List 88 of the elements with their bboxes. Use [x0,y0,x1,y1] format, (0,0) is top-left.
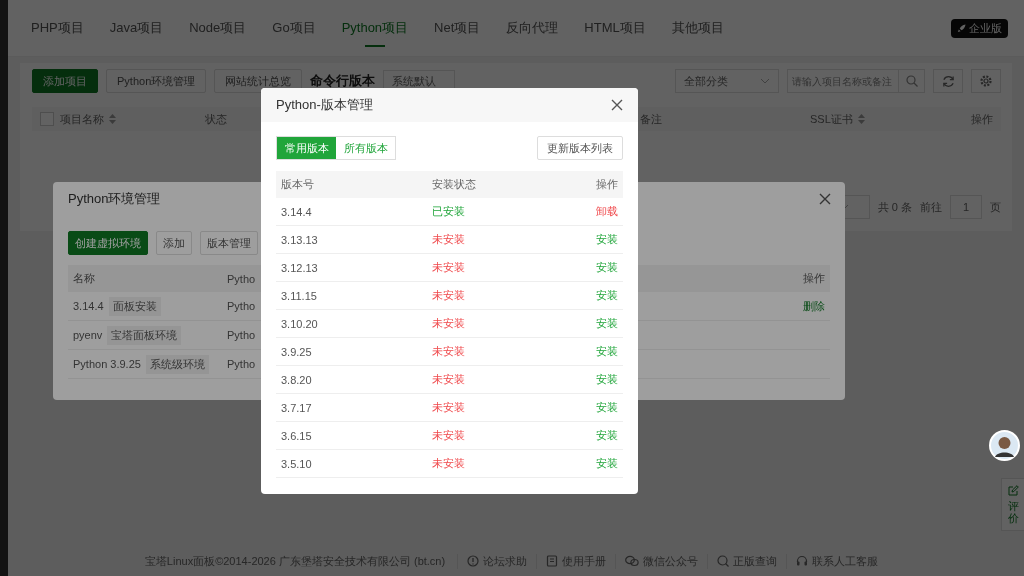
project-tab[interactable]: Java项目 [109,0,164,56]
install-status: 未安装 [432,428,466,443]
env-tag: 宝塔面板环境 [107,325,182,345]
uninstall-link[interactable]: 卸载 [558,204,618,219]
dialog-title: Python-版本管理 [276,96,373,114]
headset-icon [796,555,809,567]
page-input[interactable]: 1 [950,195,982,219]
install-link[interactable]: 安装 [558,344,618,359]
column-header: 名称 [73,271,96,286]
search-button[interactable] [899,69,925,93]
cli-version-label: 命令行版本 [310,72,376,90]
pencil-icon [1007,485,1019,496]
table-cell-text: Pytho [227,358,257,370]
close-icon[interactable] [819,193,831,205]
toolbar-button[interactable]: 网站统计总览 [214,69,303,93]
table-cell-text: Pytho [227,300,257,312]
version-number: 3.6.15 [281,429,313,442]
refresh-button[interactable] [933,69,963,93]
install-link[interactable]: 安装 [558,428,618,443]
review-button[interactable]: 评价 [1007,485,1019,525]
dialog-title: Python环境管理 [68,190,161,208]
install-link[interactable]: 安装 [558,288,618,303]
install-status: 未安装 [432,456,466,471]
settings-button[interactable] [971,69,1001,93]
table-cell-text: Pytho [227,329,257,341]
info-icon [467,555,480,567]
project-tab[interactable]: Node项目 [189,0,247,56]
dialog-button[interactable]: 创建虚拟环境 [68,231,148,255]
page-unit: 页 [990,199,1001,215]
book-icon [546,555,559,567]
version-number: 3.5.10 [281,457,313,470]
install-status: 未安装 [432,316,466,331]
avatar[interactable] [989,430,1020,461]
project-tab[interactable]: 其他项目 [671,0,724,56]
column-header: 版本号 [281,177,315,192]
install-status: 未安装 [432,344,466,359]
close-icon[interactable] [611,99,623,111]
env-name: 3.14.4 [73,300,104,312]
rocket-icon [957,23,966,33]
version-number: 3.7.17 [281,401,313,414]
caret-icon [760,78,770,84]
column-header: 操作 [595,177,618,192]
column-header: Pytho [227,272,257,285]
project-tab[interactable]: PHP项目 [31,0,84,56]
env-name: pyenv [73,329,103,341]
install-status: 未安装 [432,372,466,387]
install-status: 未安装 [432,288,466,303]
project-tab[interactable]: Net项目 [434,0,481,56]
env-tag: 面板安装 [108,296,161,316]
edition-badge: 企业版 [951,18,1008,38]
install-status: 已安装 [432,204,466,219]
settings-icon [979,74,993,88]
sort-icon[interactable] [109,114,116,124]
version-number: 3.9.25 [281,345,313,358]
install-link[interactable]: 安装 [558,316,618,331]
toolbar-button[interactable]: 添加项目 [32,69,98,93]
search-icon [905,75,918,87]
install-link[interactable]: 安装 [558,456,618,471]
project-tab[interactable]: 反向代理 [506,0,559,56]
install-status: 未安装 [432,260,466,275]
version-number: 3.11.15 [281,289,318,302]
search-icon [717,555,730,567]
project-tab[interactable]: Python项目 [341,0,409,56]
install-link[interactable]: 安装 [558,400,618,415]
version-tab[interactable]: 常用版本 [277,137,336,159]
version-number: 3.8.20 [281,373,313,386]
install-link[interactable]: 安装 [558,372,618,387]
update-list-button[interactable]: 更新版本列表 [537,136,623,160]
version-number: 3.13.13 [281,233,319,246]
dialog-button[interactable]: 添加 [156,231,192,255]
version-number: 3.10.20 [281,317,319,330]
install-status: 未安装 [432,400,466,415]
install-link[interactable]: 安装 [558,232,618,247]
env-name: Python 3.9.25 [73,358,141,370]
version-number: 3.12.13 [281,261,319,274]
project-tab[interactable]: HTML项目 [584,0,646,56]
refresh-icon [941,74,955,88]
env-tag: 系统级环境 [145,354,209,374]
install-link[interactable]: 安装 [558,260,618,275]
dialog-button[interactable]: 版本管理 [200,231,258,255]
install-status: 未安装 [432,232,466,247]
column-header: 安装状态 [432,177,477,192]
version-number: 3.14.4 [281,205,313,218]
chat-icon [625,555,640,567]
sort-icon[interactable] [857,114,865,124]
delete-link[interactable]: 删除 [765,298,825,314]
column-header: 操作 [802,271,825,286]
project-tab[interactable]: Go项目 [272,0,316,56]
